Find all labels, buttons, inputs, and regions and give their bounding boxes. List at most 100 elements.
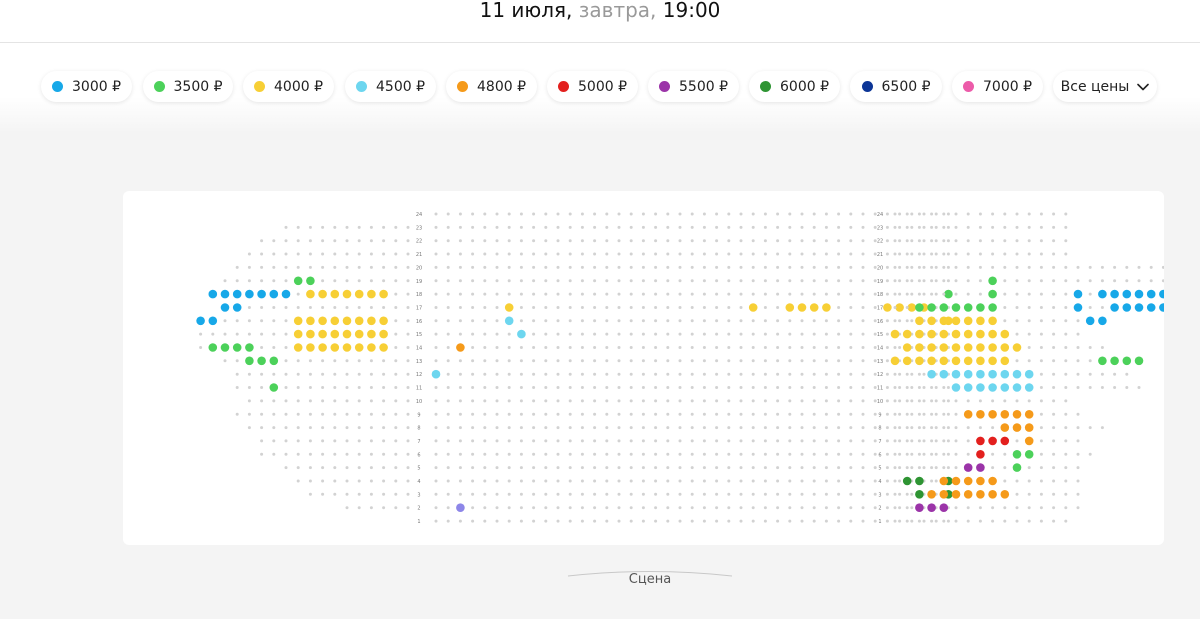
seat-available[interactable] xyxy=(208,289,218,299)
seat-available[interactable] xyxy=(963,329,973,339)
seat-available[interactable] xyxy=(1159,303,1164,312)
seat-available[interactable] xyxy=(976,410,985,419)
price-chip-4800[interactable]: 4800 ₽ xyxy=(446,71,537,102)
seat-available[interactable] xyxy=(379,343,388,352)
seat-available[interactable] xyxy=(939,343,949,352)
seat-available[interactable] xyxy=(342,289,352,299)
seat-available[interactable] xyxy=(257,356,266,366)
seat-available[interactable] xyxy=(318,343,327,352)
seat-available[interactable] xyxy=(890,329,900,339)
seat-available[interactable] xyxy=(269,383,279,392)
seat-available[interactable] xyxy=(951,303,961,312)
seat-available[interactable] xyxy=(1000,423,1010,432)
seat-available[interactable] xyxy=(1012,463,1022,472)
seat-available[interactable] xyxy=(1134,289,1144,299)
seat-available[interactable] xyxy=(1000,369,1010,379)
seat-available[interactable] xyxy=(232,343,242,352)
seat-available[interactable] xyxy=(963,303,973,312)
seat-available[interactable] xyxy=(988,289,997,299)
seat-available[interactable] xyxy=(1073,303,1083,312)
seat-available[interactable] xyxy=(1024,410,1034,419)
seat-available[interactable] xyxy=(963,490,973,499)
seat-available[interactable] xyxy=(951,476,961,486)
seat-available[interactable] xyxy=(976,369,985,379)
seat-available[interactable] xyxy=(963,463,973,472)
seat-available[interactable] xyxy=(1098,316,1107,326)
seat-available[interactable] xyxy=(988,329,997,339)
price-chip-6000[interactable]: 6000 ₽ xyxy=(749,71,840,102)
seat-available[interactable] xyxy=(330,289,340,299)
seat-available[interactable] xyxy=(988,490,997,499)
seat-available[interactable] xyxy=(208,343,218,352)
seat-available[interactable] xyxy=(1110,356,1119,366)
seat-available[interactable] xyxy=(379,289,388,299)
seat-available[interactable] xyxy=(1110,303,1119,312)
seat-available[interactable] xyxy=(293,329,303,339)
seat-available[interactable] xyxy=(342,343,352,352)
seat-available[interactable] xyxy=(1073,289,1083,299)
seat-available[interactable] xyxy=(951,329,961,339)
seat-available[interactable] xyxy=(342,329,352,339)
seat-available[interactable] xyxy=(306,316,315,326)
seat-available[interactable] xyxy=(902,343,912,352)
seat-available[interactable] xyxy=(517,329,526,339)
seat-available[interactable] xyxy=(1024,436,1034,446)
seat-available[interactable] xyxy=(927,343,936,352)
seat-available[interactable] xyxy=(1012,410,1022,419)
seat-available[interactable] xyxy=(379,329,388,339)
seat-available[interactable] xyxy=(944,289,953,299)
seat-available[interactable] xyxy=(1134,356,1144,366)
seat-available[interactable] xyxy=(367,329,376,339)
seat-available[interactable] xyxy=(257,289,266,299)
seat-available[interactable] xyxy=(883,303,892,312)
seat-available[interactable] xyxy=(367,316,376,326)
seat-available[interactable] xyxy=(902,356,912,366)
seat-available[interactable] xyxy=(306,289,315,299)
seat-available[interactable] xyxy=(456,503,465,512)
seat-available[interactable] xyxy=(988,410,997,419)
seat-available[interactable] xyxy=(890,356,900,366)
seat-available[interactable] xyxy=(988,316,997,326)
seat-available[interactable] xyxy=(354,343,364,352)
seat-available[interactable] xyxy=(927,369,936,379)
seat-available[interactable] xyxy=(245,343,254,352)
seat-available[interactable] xyxy=(269,289,279,299)
seat-available[interactable] xyxy=(220,289,230,299)
seat-available[interactable] xyxy=(354,289,364,299)
seat-available[interactable] xyxy=(318,329,327,339)
seat-available[interactable] xyxy=(1024,450,1034,459)
seat-available[interactable] xyxy=(318,316,327,326)
seat-available[interactable] xyxy=(748,303,758,312)
seat-available[interactable] xyxy=(963,316,973,326)
seat-available[interactable] xyxy=(1134,303,1144,312)
seat-available[interactable] xyxy=(915,303,924,312)
seat-available[interactable] xyxy=(232,289,242,299)
seat-available[interactable] xyxy=(976,383,985,392)
seat-available[interactable] xyxy=(367,289,376,299)
seat-available[interactable] xyxy=(1000,356,1010,366)
price-chip-4500[interactable]: 4500 ₽ xyxy=(345,71,436,102)
seat-available[interactable] xyxy=(208,316,218,326)
seat-available[interactable] xyxy=(939,369,949,379)
seat-available[interactable] xyxy=(915,490,924,499)
seat-available[interactable] xyxy=(927,356,936,366)
seat-available[interactable] xyxy=(951,316,961,326)
seat-available[interactable] xyxy=(976,316,985,326)
seat-available[interactable] xyxy=(1110,289,1119,299)
seat-available[interactable] xyxy=(988,356,997,366)
seat-available[interactable] xyxy=(196,316,205,326)
seat-available[interactable] xyxy=(797,303,807,312)
seat-available[interactable] xyxy=(907,303,917,312)
seat-available[interactable] xyxy=(939,316,949,326)
seat-available[interactable] xyxy=(988,343,997,352)
price-chip-4000[interactable]: 4000 ₽ xyxy=(243,71,334,102)
seat-available[interactable] xyxy=(354,329,364,339)
seat-available[interactable] xyxy=(976,463,985,472)
seat-available[interactable] xyxy=(988,436,997,446)
seat-available[interactable] xyxy=(988,383,997,392)
seat-available[interactable] xyxy=(988,276,997,286)
seat-available[interactable] xyxy=(342,316,352,326)
seat-available[interactable] xyxy=(1000,329,1010,339)
seat-available[interactable] xyxy=(915,476,924,486)
seat-available[interactable] xyxy=(939,503,949,512)
